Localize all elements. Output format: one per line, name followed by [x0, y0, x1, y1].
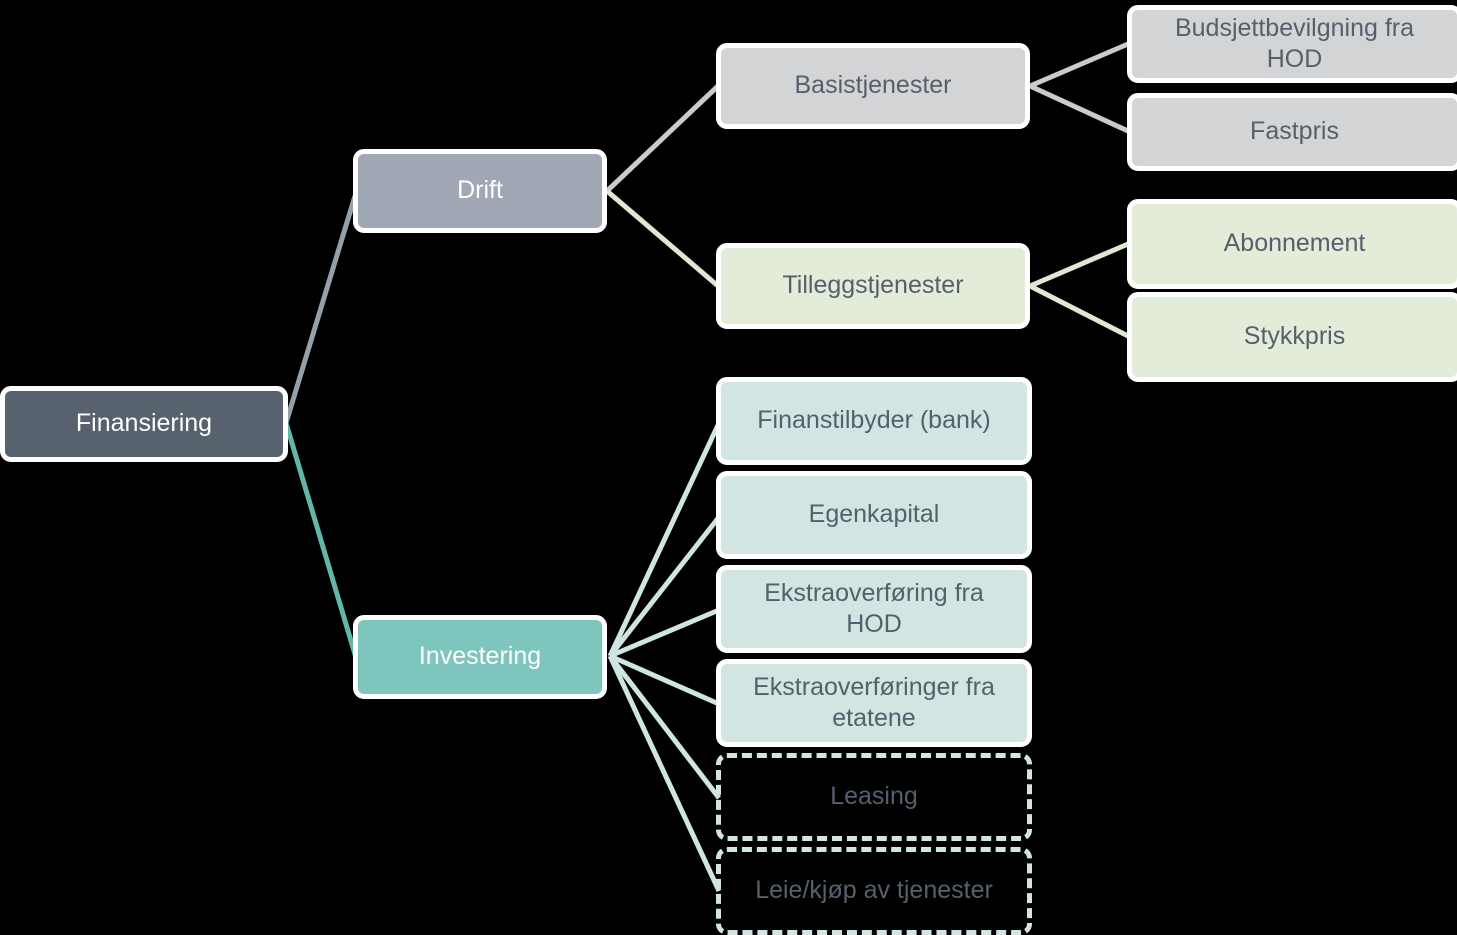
- edge-tilleggstjenester-stykkpris: [1028, 283, 1130, 339]
- node-finanstilbyder-bank[interactable]: Finanstilbyder (bank): [716, 377, 1032, 465]
- node-leie-kjop-av-tjenester[interactable]: Leie/kjøp av tjenester: [716, 847, 1032, 935]
- edge-basistjenester-budsjettbevilgning: [1029, 41, 1129, 89]
- node-stykkpris[interactable]: Stykkpris: [1127, 292, 1457, 382]
- edge-tilleggstjenester-abonnement: [1029, 241, 1129, 289]
- edge-drift-tilleggstjenester: [605, 189, 720, 288]
- node-leasing[interactable]: Leasing: [716, 753, 1032, 841]
- edge-investering-ekstraoverforing-hod: [609, 607, 720, 659]
- node-ekstraoverforing-fra-hod[interactable]: Ekstraoverføring fra HOD: [716, 565, 1032, 653]
- edge-basistjenester-fastpris: [1028, 83, 1130, 134]
- node-ekstraoverforinger-fra-etatene[interactable]: Ekstraoverføringer fra etatene: [716, 659, 1032, 747]
- node-fastpris[interactable]: Fastpris: [1127, 93, 1457, 171]
- node-tilleggstjenester[interactable]: Tilleggstjenester: [716, 243, 1030, 329]
- edge-investering-finanstilbyder: [607, 421, 722, 658]
- node-abonnement[interactable]: Abonnement: [1127, 199, 1457, 289]
- edge-drift-basistjenester: [605, 84, 720, 193]
- node-drift[interactable]: Drift: [353, 149, 607, 233]
- node-budsjettbevilgning-fra-hod[interactable]: Budsjettbevilgning fra HOD: [1127, 5, 1457, 83]
- edge-investering-egenkapital: [608, 515, 721, 658]
- edge-investering-leie-kjop: [607, 654, 722, 893]
- diagram-canvas: Finansiering Drift Investering Basistjen…: [0, 0, 1457, 935]
- edge-finansiering-investering: [283, 422, 360, 662]
- node-basistjenester[interactable]: Basistjenester: [716, 43, 1030, 129]
- edge-investering-leasing: [608, 654, 721, 800]
- node-investering[interactable]: Investering: [353, 615, 607, 699]
- node-egenkapital[interactable]: Egenkapital: [716, 471, 1032, 559]
- edge-investering-ekstraoverforinger-etatene: [608, 653, 721, 707]
- edge-finansiering-drift: [283, 195, 358, 424]
- node-finansiering[interactable]: Finansiering: [0, 386, 288, 462]
